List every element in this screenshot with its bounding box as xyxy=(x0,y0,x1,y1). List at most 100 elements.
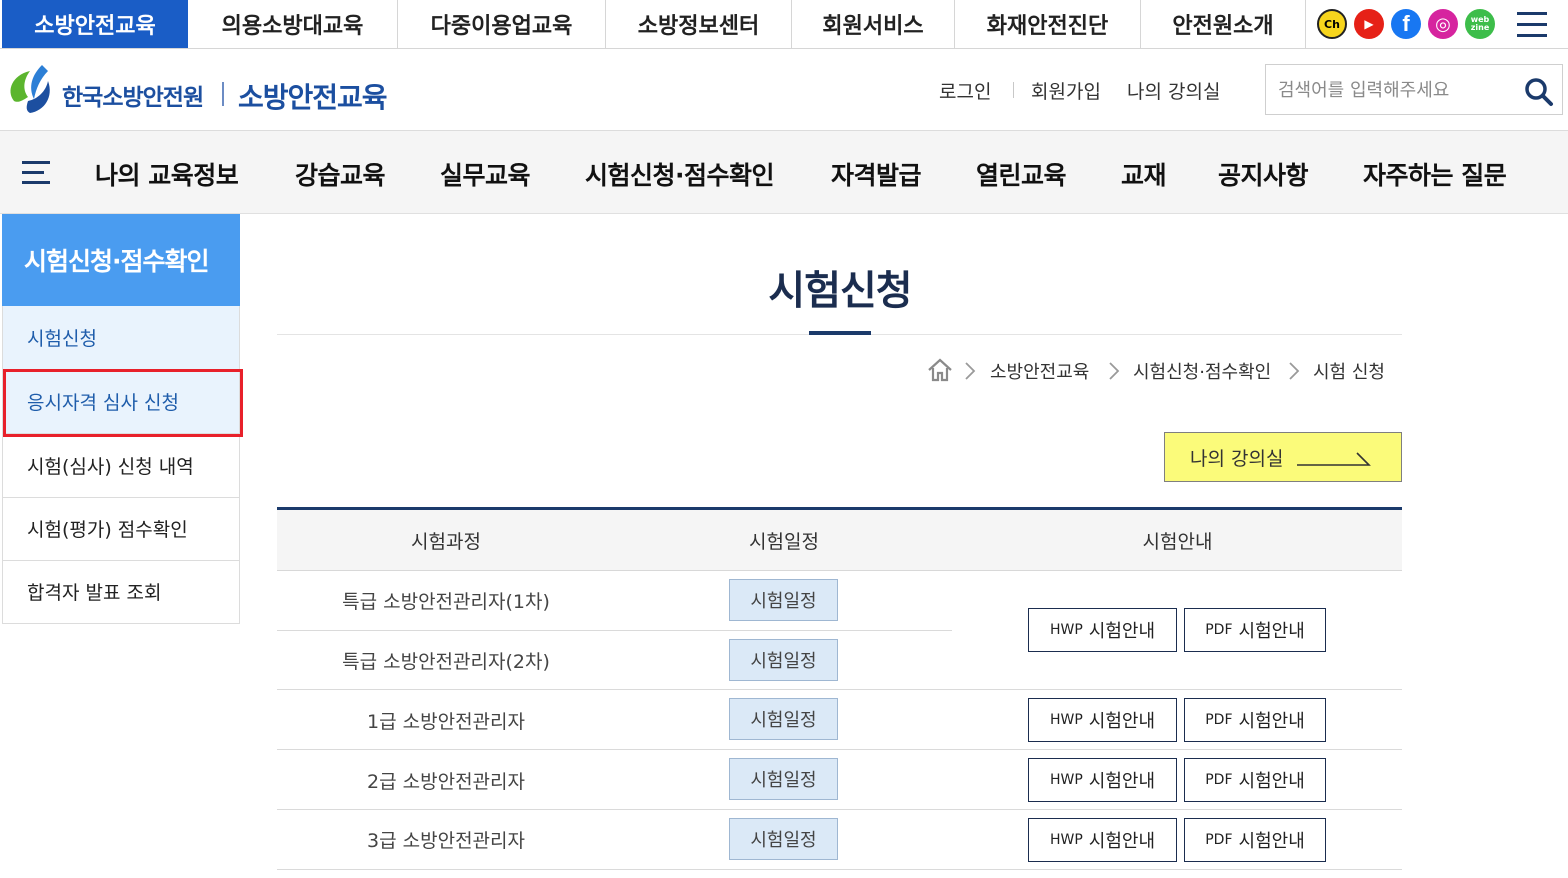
guide-label: 시험안내 xyxy=(1088,771,1156,792)
guide-label: 시험안내 xyxy=(1088,621,1156,642)
nav-faq[interactable]: 자주하는 질문 xyxy=(1363,156,1507,192)
facebook-label: f xyxy=(1402,11,1410,36)
column-header-schedule: 시험일정 xyxy=(749,531,819,553)
top-tab-fire-safety-education[interactable]: 소방안전교육 xyxy=(2,0,188,48)
youtube-icon[interactable]: ▶ xyxy=(1354,9,1384,39)
my-classroom-button-label: 나의 강의실 xyxy=(1190,447,1284,470)
pdf-guide-button[interactable]: PDF 시험안내 xyxy=(1184,818,1326,862)
sidebar-title: 시험신청·점수확인 xyxy=(2,214,240,306)
breadcrumb-fire-safety-education[interactable]: 소방안전교육 xyxy=(990,358,1089,384)
search-icon[interactable] xyxy=(1524,77,1554,107)
guide-label: 시험안내 xyxy=(1238,621,1305,642)
hwp-tag: HWP xyxy=(1049,772,1083,788)
course-name: 특급 소방안전관리자(2차) xyxy=(342,651,550,673)
home-icon[interactable] xyxy=(927,358,953,382)
chevron-right-icon xyxy=(1109,362,1120,380)
top-tab-fire-info-center[interactable]: 소방정보센터 xyxy=(606,0,792,48)
row-divider xyxy=(277,630,952,631)
guide-label: 시험안내 xyxy=(1088,711,1156,732)
sidebar-item-exam-application[interactable]: 시험신청 xyxy=(2,306,240,370)
search-box xyxy=(1265,64,1563,115)
guide-label: 시험안내 xyxy=(1088,831,1156,852)
pdf-guide-button[interactable]: PDF 시험안내 xyxy=(1184,758,1326,802)
highlight-box xyxy=(3,369,243,437)
pdf-tag: PDF xyxy=(1205,712,1233,728)
signup-link[interactable]: 회원가입 xyxy=(1031,77,1101,104)
sidebar-item-label: 시험신청 xyxy=(27,328,97,350)
instagram-icon[interactable]: ◎ xyxy=(1428,9,1458,39)
facebook-icon[interactable]: f xyxy=(1391,9,1421,39)
course-name: 3급 소방안전관리자 xyxy=(367,830,525,852)
row-divider xyxy=(277,809,1402,810)
hwp-tag: HWP xyxy=(1049,622,1083,638)
chevron-right-icon xyxy=(965,362,976,380)
row-divider xyxy=(277,869,1402,870)
schedule-button[interactable]: 시험일정 xyxy=(729,579,838,621)
main-nav: 나의 교육정보 강습교육 실무교육 시험신청·점수확인 자격발급 열린교육 교재… xyxy=(0,131,1568,214)
nav-textbook[interactable]: 교재 xyxy=(1121,156,1167,192)
webzine-label: web zine xyxy=(1470,15,1490,32)
hwp-guide-button[interactable]: HWP 시험안내 xyxy=(1028,758,1177,802)
nav-certificate-issue[interactable]: 자격발급 xyxy=(831,156,922,192)
hwp-guide-button[interactable]: HWP 시험안내 xyxy=(1028,818,1177,862)
column-header-course: 시험과정 xyxy=(411,531,481,553)
top-tab-multi-use-business-education[interactable]: 다중이용업교육 xyxy=(398,0,606,48)
nav-my-education[interactable]: 나의 교육정보 xyxy=(95,156,239,192)
nav-exam-application[interactable]: 시험신청·점수확인 xyxy=(585,156,775,192)
pdf-tag: PDF xyxy=(1205,622,1233,638)
youtube-label: ▶ xyxy=(1364,17,1374,31)
breadcrumb-exam-application[interactable]: 시험신청·점수확인 xyxy=(1133,358,1271,384)
hwp-tag: HWP xyxy=(1049,832,1083,848)
sidebar-item-application-history[interactable]: 시험(심사) 신청 내역 xyxy=(2,434,240,498)
instagram-label: ◎ xyxy=(1435,13,1451,35)
pdf-guide-button[interactable]: PDF 시험안내 xyxy=(1184,698,1326,742)
org-name[interactable]: 한국소방안전원 xyxy=(62,78,204,112)
search-input[interactable] xyxy=(1278,75,1508,105)
nav-practical-education[interactable]: 실무교육 xyxy=(440,156,531,192)
course-name: 1급 소방안전관리자 xyxy=(367,711,525,733)
util-divider xyxy=(1013,82,1014,98)
page-title: 시험신청 xyxy=(768,268,912,314)
sidebar-item-score-check[interactable]: 시험(평가) 점수확인 xyxy=(2,497,240,561)
hwp-tag: HWP xyxy=(1049,712,1083,728)
logo-mark-icon[interactable] xyxy=(4,61,56,117)
hwp-guide-button[interactable]: HWP 시험안내 xyxy=(1028,698,1177,742)
chevron-right-icon xyxy=(1289,362,1300,380)
kakao-channel-icon[interactable]: Ch xyxy=(1317,9,1347,39)
table-header-row: 시험과정 시험일정 시험안내 xyxy=(277,510,1402,571)
kakao-channel-label: Ch xyxy=(1324,17,1340,31)
schedule-button[interactable]: 시험일정 xyxy=(729,758,838,800)
login-link[interactable]: 로그인 xyxy=(939,77,991,104)
schedule-button[interactable]: 시험일정 xyxy=(729,698,838,740)
schedule-button[interactable]: 시험일정 xyxy=(729,639,838,681)
course-name: 2급 소방안전관리자 xyxy=(367,771,525,793)
row-divider xyxy=(277,689,1402,690)
webzine-icon[interactable]: web zine xyxy=(1465,9,1495,39)
hamburger-menu-icon[interactable] xyxy=(1517,12,1547,38)
guide-label: 시험안내 xyxy=(1238,771,1305,792)
hwp-guide-button[interactable]: HWP 시험안내 xyxy=(1028,608,1177,652)
site-name[interactable]: 소방안전교육 xyxy=(238,76,388,116)
guide-label: 시험안내 xyxy=(1238,711,1305,732)
pdf-guide-button[interactable]: PDF 시험안내 xyxy=(1184,608,1326,652)
my-classroom-link[interactable]: 나의 강의실 xyxy=(1127,77,1220,104)
sidebar-item-label: 합격자 발표 조회 xyxy=(27,582,162,604)
top-tab-member-service[interactable]: 회원서비스 xyxy=(792,0,955,48)
nav-open-education[interactable]: 열린교육 xyxy=(976,156,1067,192)
top-bar: 소방안전교육 의용소방대교육 다중이용업교육 소방정보센터 회원서비스 화재안전… xyxy=(0,0,1568,49)
arrow-right-icon xyxy=(1297,452,1371,466)
nav-training-course[interactable]: 강습교육 xyxy=(295,156,386,192)
top-tab-fire-safety-diagnosis[interactable]: 화재안전진단 xyxy=(955,0,1141,48)
course-name: 특급 소방안전관리자(1차) xyxy=(342,591,550,613)
sidebar-item-label: 시험(심사) 신청 내역 xyxy=(27,456,194,478)
sidebar-item-pass-result[interactable]: 합격자 발표 조회 xyxy=(2,560,240,624)
breadcrumb-current: 시험 신청 xyxy=(1313,362,1385,383)
top-tab-volunteer-fire-education[interactable]: 의용소방대교육 xyxy=(188,0,398,48)
all-menu-icon[interactable] xyxy=(22,161,50,185)
nav-notice[interactable]: 공지사항 xyxy=(1218,156,1309,192)
schedule-button[interactable]: 시험일정 xyxy=(729,818,838,860)
pdf-tag: PDF xyxy=(1205,772,1233,788)
top-tab-about[interactable]: 안전원소개 xyxy=(1141,0,1306,48)
row-divider xyxy=(277,749,1402,750)
my-classroom-button[interactable]: 나의 강의실 xyxy=(1164,432,1402,482)
